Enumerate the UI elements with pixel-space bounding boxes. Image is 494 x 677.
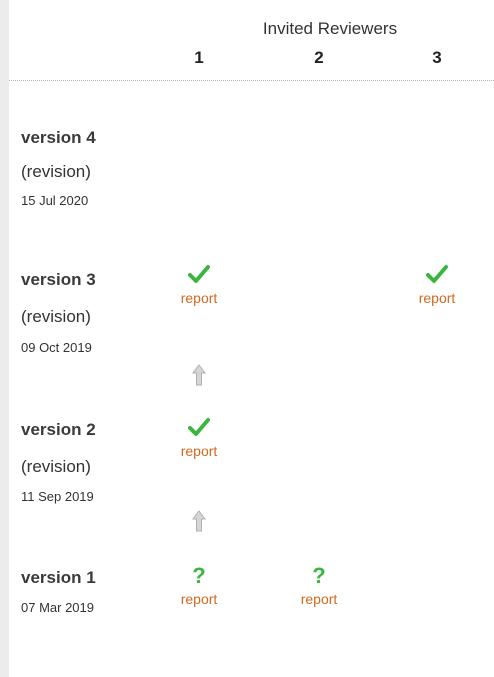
check-icon <box>188 418 210 436</box>
version-1-date: 07 Mar 2019 <box>21 600 94 615</box>
reviewer-column-2: 2 <box>314 48 324 67</box>
reviewer-column-1: 1 <box>194 48 204 67</box>
version-3-date: 09 Oct 2019 <box>21 340 92 355</box>
version-3-reviewer-1-cell: report <box>154 263 244 306</box>
version-1-reviewer-1-report-link[interactable]: report <box>154 591 244 607</box>
version-4-label: version 4 <box>21 128 96 147</box>
invited-reviewers-heading: Invited Reviewers <box>262 19 398 38</box>
version-1-reviewer-2-report-link[interactable]: report <box>274 591 364 607</box>
version-2-reviewer-1-cell: report <box>154 416 244 459</box>
version-3-reviewer-1-report-link[interactable]: report <box>154 290 244 306</box>
check-icon <box>426 265 448 283</box>
up-arrow-icon <box>192 364 206 386</box>
version-2-label: version 2 <box>21 420 96 439</box>
version-3-reviewer-3-cell: report <box>392 263 482 306</box>
version-4-type: (revision) <box>21 162 91 181</box>
version-2-reviewer-1-report-link[interactable]: report <box>154 443 244 459</box>
version-3-reviewer-3-report-link[interactable]: report <box>392 290 482 306</box>
version-2-date: 11 Sep 2019 <box>21 489 94 504</box>
version-3-label: version 3 <box>21 270 96 289</box>
version-3-type: (revision) <box>21 307 91 326</box>
version-1-reviewer-1-cell: ? report <box>154 564 244 607</box>
version-4-date: 15 Jul 2020 <box>21 193 89 208</box>
question-mark-icon: ? <box>192 564 205 586</box>
reviewer-column-3: 3 <box>432 48 442 67</box>
version-1-reviewer-2-cell: ? report <box>274 564 364 607</box>
check-icon <box>188 265 210 283</box>
up-arrow-icon <box>192 510 206 532</box>
question-mark-icon: ? <box>312 564 325 586</box>
version-1-label: version 1 <box>21 568 96 587</box>
left-sidebar-strip <box>0 0 9 677</box>
svg-text:?: ? <box>192 564 205 586</box>
svg-text:?: ? <box>312 564 325 586</box>
header-divider <box>9 80 494 81</box>
version-2-type: (revision) <box>21 457 91 476</box>
